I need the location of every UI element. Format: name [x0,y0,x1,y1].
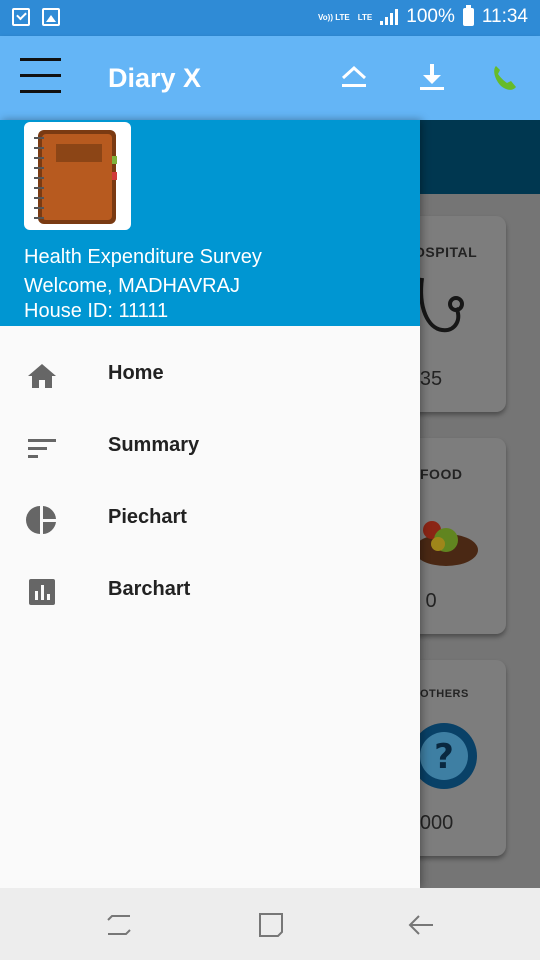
home-icon [28,364,56,388]
call-button[interactable] [487,60,521,94]
square-home-icon [259,913,283,937]
recent-apps-icon [107,915,131,935]
drawer-item-label: Barchart [108,578,191,600]
drawer-header: Health Expenditure Survey Welcome, MADHA… [0,120,420,326]
notification-icons [12,8,60,26]
back-button[interactable] [406,910,436,940]
lte-indicator: LTE [358,13,373,22]
bar-chart-icon [29,579,55,605]
diary-logo [24,122,131,230]
drawer-item-home[interactable]: Home [0,338,420,410]
drawer-item-label: Piechart [108,506,187,528]
download-icon [420,64,444,90]
home-nav-button[interactable] [256,910,286,940]
drawer-item-label: Summary [108,434,200,456]
drawer-item-summary[interactable]: Summary [0,410,420,482]
navigation-drawer: Health Expenditure Survey Welcome, MADHA… [0,120,420,888]
upload-button[interactable] [337,60,371,94]
recent-apps-button[interactable] [104,910,134,940]
app-title: Diary X [108,63,202,93]
back-arrow-icon [408,915,433,935]
welcome-text: Welcome, MADHAVRAJ [24,275,240,297]
app-bar: Diary X [0,36,540,120]
clock: 11:34 [481,6,528,27]
house-id: House ID: 11111 [24,300,169,322]
drawer-item-piechart[interactable]: Piechart [0,482,420,554]
signal-icon [380,9,399,25]
sort-icon [28,439,56,458]
drawer-item-label: Home [108,362,164,384]
checkbox-notification-icon [12,8,30,26]
pie-chart-icon [26,506,56,534]
status-bar: Vo)) LTE LTE 100% 11:34 [0,0,540,36]
volte-tag: Vo)) LTE [318,12,350,22]
volte-indicator: Vo)) LTE [318,13,350,22]
survey-title: Health Expenditure Survey [24,246,262,268]
system-nav-bar [0,888,540,960]
phone-icon [494,66,516,90]
system-indicators: Vo)) LTE LTE 100% 11:34 [318,5,528,28]
menu-button[interactable] [20,58,61,94]
battery-percent: 100% [406,6,455,27]
diary-icon [34,130,117,224]
download-button[interactable] [415,60,449,94]
battery-icon [462,5,474,26]
lte-tag: LTE [357,12,373,22]
eject-icon [341,65,367,87]
image-notification-icon [42,8,60,26]
drawer-item-barchart[interactable]: Barchart [0,554,420,626]
